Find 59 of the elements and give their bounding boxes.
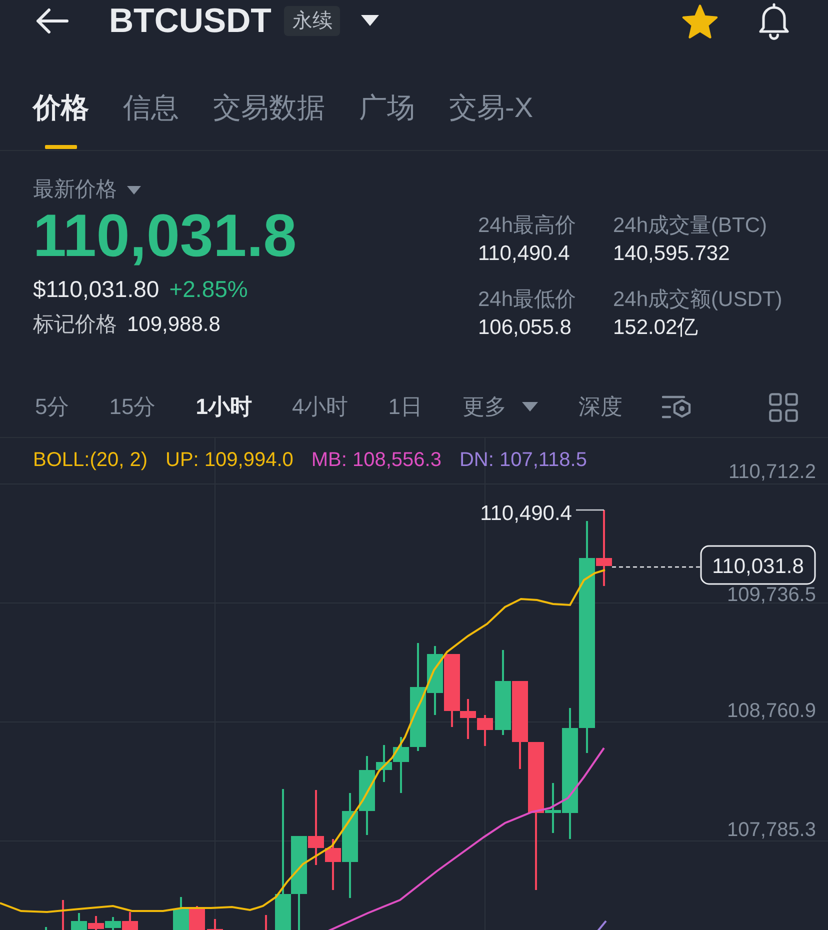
stat-value: 152.02亿	[613, 315, 698, 341]
grid-icon[interactable]	[769, 392, 798, 422]
caret-icon	[361, 15, 380, 27]
candlestick	[122, 912, 138, 930]
indicator-legend-item: DN: 107,118.5	[459, 448, 587, 472]
mark-price-value: 109,988.8	[127, 312, 220, 338]
candlestick	[189, 906, 205, 930]
interval-tab[interactable]: 15分	[109, 392, 156, 422]
candlestick	[45, 927, 47, 930]
settings-icon[interactable]	[662, 394, 694, 420]
price-type-label: 最新价格	[33, 178, 117, 202]
tab[interactable]: 信息	[123, 88, 179, 150]
price-axis-label: 110,712.2	[728, 461, 816, 483]
more-button[interactable]: 更多	[462, 392, 538, 422]
candlestick	[207, 919, 223, 930]
price-change: +2.85%	[169, 275, 248, 303]
contract-type-tag: 永续	[284, 6, 340, 36]
caret-icon[interactable]	[127, 186, 141, 194]
last-price-tag: 110,031.8	[700, 545, 816, 585]
candlestick	[71, 913, 87, 930]
stat-label: 24h最高价	[478, 213, 576, 239]
candlestick	[477, 715, 493, 746]
high-price-label: 110,490.4	[480, 502, 572, 525]
symbol-title: BTCUSDT	[109, 1, 272, 41]
interval-tab[interactable]: 4小时	[292, 392, 348, 422]
indicator-legend-item: BOLL:(20, 2)	[33, 448, 148, 472]
tab[interactable]: 交易-X	[449, 88, 533, 150]
mark-price-label: 标记价格	[33, 312, 117, 338]
caret-icon	[522, 402, 538, 412]
indicator-legend-item: MB: 108,556.3	[311, 448, 442, 472]
tab[interactable]: 价格	[33, 88, 89, 150]
candlestick	[265, 915, 267, 930]
candlestick	[105, 917, 121, 930]
candlestick	[173, 897, 189, 930]
indicator-legend-item: UP: 109,994.0	[166, 448, 294, 472]
stat-value: 110,490.4	[478, 241, 570, 267]
depth-chart-tab[interactable]: 深度	[578, 392, 622, 422]
candlestick	[88, 916, 104, 930]
tab[interactable]: 交易数据	[213, 88, 325, 150]
interval-tab[interactable]: 5分	[35, 392, 70, 422]
candlestick	[62, 900, 64, 930]
price-axis-label: 107,785.3	[727, 819, 816, 841]
stat-value: 106,055.8	[478, 315, 572, 341]
stat-label: 24h成交额(USDT)	[613, 287, 782, 313]
last-price: 110,031.8	[33, 203, 297, 269]
back-arrow-icon	[35, 8, 69, 34]
price-axis-label: 109,736.5	[727, 584, 816, 606]
price-axis-label: 108,760.9	[727, 700, 816, 722]
symbol-dropdown-button[interactable]	[361, 15, 380, 27]
leader-line	[576, 509, 604, 511]
interval-tab[interactable]: 1小时	[196, 392, 252, 422]
stat-label: 24h成交量(BTC)	[613, 213, 768, 239]
back-button[interactable]	[35, 8, 69, 34]
interval-tab[interactable]: 1日	[388, 392, 422, 422]
tab[interactable]: 广场	[359, 88, 415, 150]
star-icon[interactable]	[682, 4, 718, 38]
stat-value: 140,595.732	[613, 241, 730, 267]
stat-label: 24h最低价	[478, 287, 576, 313]
usd-price: $110,031.80	[33, 275, 160, 303]
